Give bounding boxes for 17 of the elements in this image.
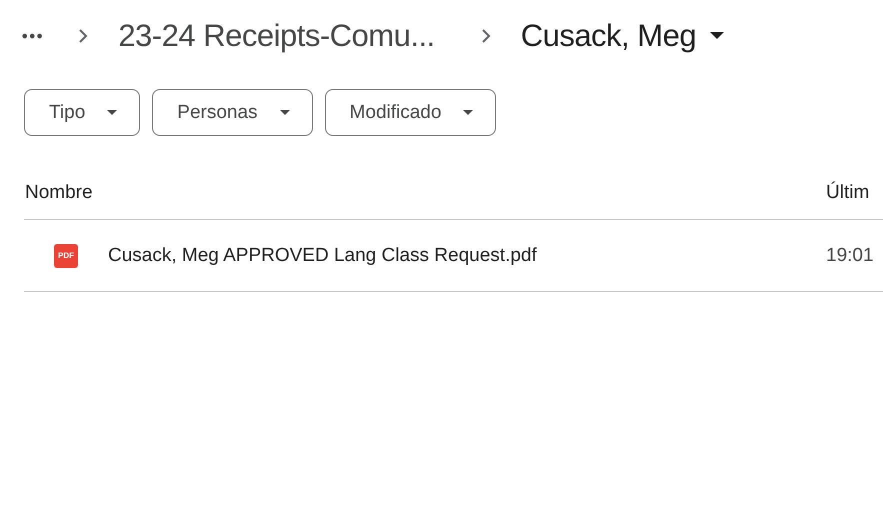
caret-down-icon [280,110,290,115]
filter-chip[interactable]: Tipo [24,89,140,136]
breadcrumb-item[interactable]: Cusack, Meg [520,18,724,54]
file-name[interactable]: Cusack, Meg APPROVED Lang Class Request.pdf [108,244,826,266]
modified-time: 19:01 [826,244,874,266]
filter-chip[interactable]: Modificado [324,89,496,136]
more-button[interactable]: ••• [20,26,42,46]
chevron-right-icon [480,28,491,44]
column-header[interactable]: Nombre [24,182,826,204]
column-header[interactable]: Últim [826,182,870,204]
pdf-file-icon: PDF [54,244,78,268]
chevron-right-icon [78,28,88,44]
caret-down-icon [107,110,118,115]
breadcrumb-item[interactable]: 23-24 Receipts-Comu... [118,18,435,54]
filter-chip[interactable]: Personas [152,89,313,136]
caret-down-icon [463,110,474,115]
caret-down-icon [710,32,724,40]
